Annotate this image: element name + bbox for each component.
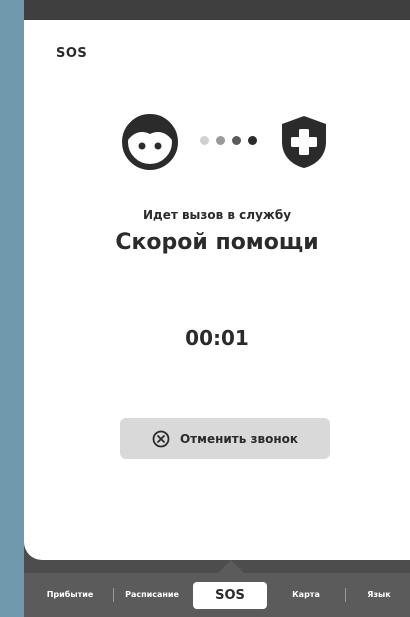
cancel-call-button[interactable]: Отменить звонок [120, 418, 330, 459]
nav-item-map[interactable]: Карта [274, 584, 338, 606]
bottom-navigation: Прибытие Расписание SOS Карта Язык [24, 573, 410, 617]
page-title: SOS [56, 46, 88, 61]
nav-separator [113, 588, 114, 602]
sos-call-card: SOS Идет вызов в службу Скорой помощи 00… [24, 20, 410, 560]
nav-separator [345, 588, 346, 602]
person-face-icon [122, 114, 178, 170]
call-progress-graphic [122, 114, 334, 170]
call-timer: 00:01 [185, 326, 249, 350]
active-tab-pointer [218, 560, 244, 573]
nav-item-language[interactable]: Язык [352, 584, 406, 606]
top-strip [24, 0, 410, 20]
call-status-text: Идет вызов в службу [142, 208, 292, 222]
nav-item-schedule[interactable]: Расписание [116, 584, 188, 606]
service-name: Скорой помощи [115, 230, 319, 255]
connection-dot [216, 136, 225, 145]
connection-dot [232, 136, 241, 145]
side-accent-bar [0, 0, 24, 617]
connection-dot [200, 136, 209, 145]
connection-dot [248, 136, 257, 145]
cancel-call-label: Отменить звонок [179, 431, 298, 446]
nav-item-sos[interactable]: SOS [193, 582, 267, 609]
cancel-circle-icon [152, 430, 170, 447]
nav-item-arrival[interactable]: Прибытие [34, 584, 106, 606]
medical-shield-icon [282, 116, 326, 168]
